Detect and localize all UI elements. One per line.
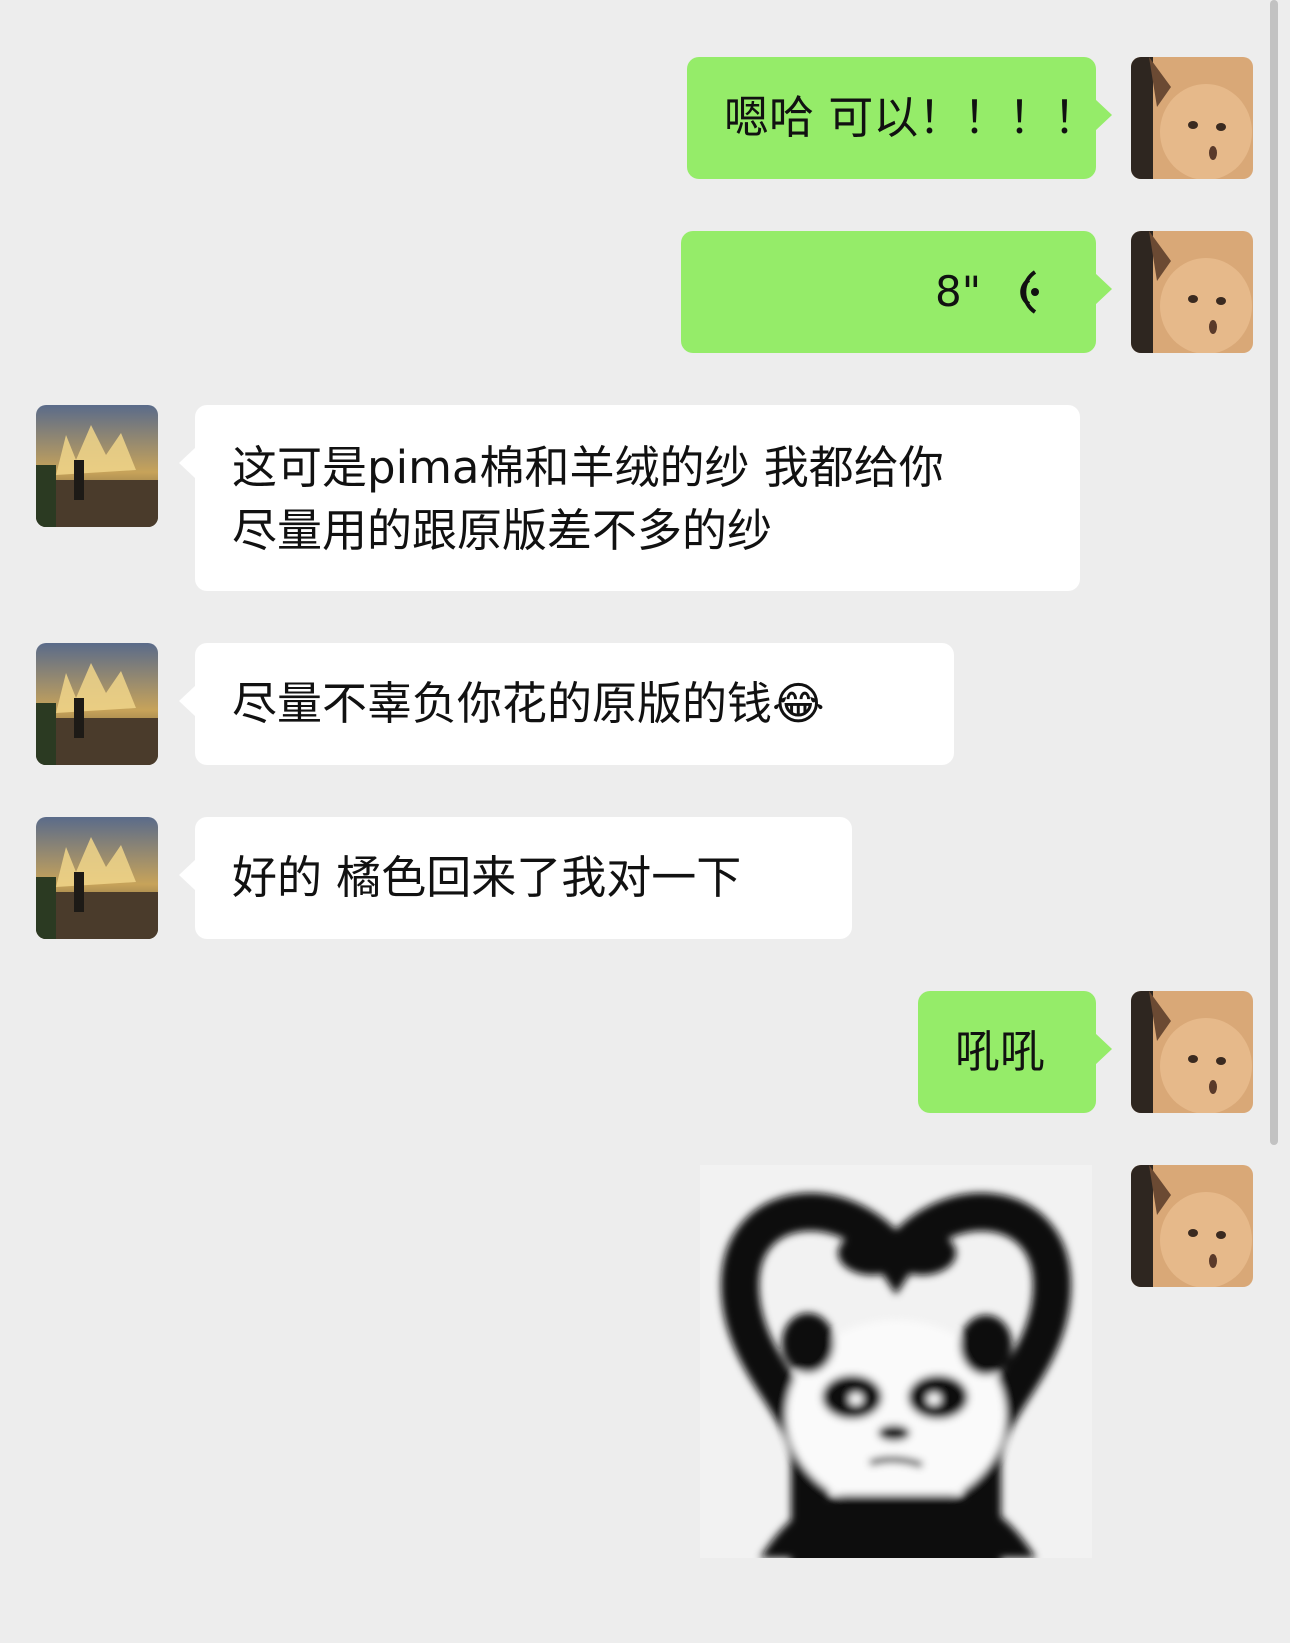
cat-avatar-icon [1131,57,1253,179]
panda-heart-sticker-icon [700,1165,1092,1577]
voice-message-bubble[interactable]: 8" [681,231,1112,353]
message-bubble[interactable]: 嗯哈 可以！！！！ [687,57,1112,179]
contact-avatar[interactable] [36,405,158,527]
message-text-line-2: 尽量用的跟原版差不多的纱 [232,504,773,557]
message-text: 嗯哈 可以！！！！ [724,91,1099,144]
message-bubble[interactable]: 吼吼 [918,991,1112,1113]
cat-avatar-icon [1131,231,1253,353]
cat-avatar-icon [1131,991,1253,1113]
message-text: 尽量不辜负你花的原版的钱😂 [232,677,825,730]
contact-avatar[interactable] [36,643,158,765]
voice-duration: 8" [935,267,982,316]
castle-night-avatar-icon [36,405,158,527]
self-avatar[interactable] [1131,991,1253,1113]
message-text: 吼吼 [955,1025,1046,1078]
voice-wave-icon [1020,270,1039,314]
panda-heart-sticker[interactable] [700,1165,1092,1577]
message-text: 好的 橘色回来了我对一下 [232,851,742,904]
message-bubble[interactable]: 这可是pima棉和羊绒的纱 我都给你 尽量用的跟原版差不多的纱 [179,405,1080,591]
castle-night-avatar-icon [36,643,158,765]
castle-night-avatar-icon [36,817,158,939]
message-bubble[interactable]: 好的 橘色回来了我对一下 [179,817,852,939]
message-text-line-1: 这可是pima棉和羊绒的纱 我都给你 [232,441,944,494]
message-bubble[interactable]: 尽量不辜负你花的原版的钱😂 [179,643,954,765]
contact-avatar[interactable] [36,817,158,939]
scrollbar[interactable] [1270,0,1278,1145]
self-avatar[interactable] [1131,231,1253,353]
self-avatar[interactable] [1131,1165,1253,1287]
cat-avatar-icon [1131,1165,1253,1287]
self-avatar[interactable] [1131,57,1253,179]
